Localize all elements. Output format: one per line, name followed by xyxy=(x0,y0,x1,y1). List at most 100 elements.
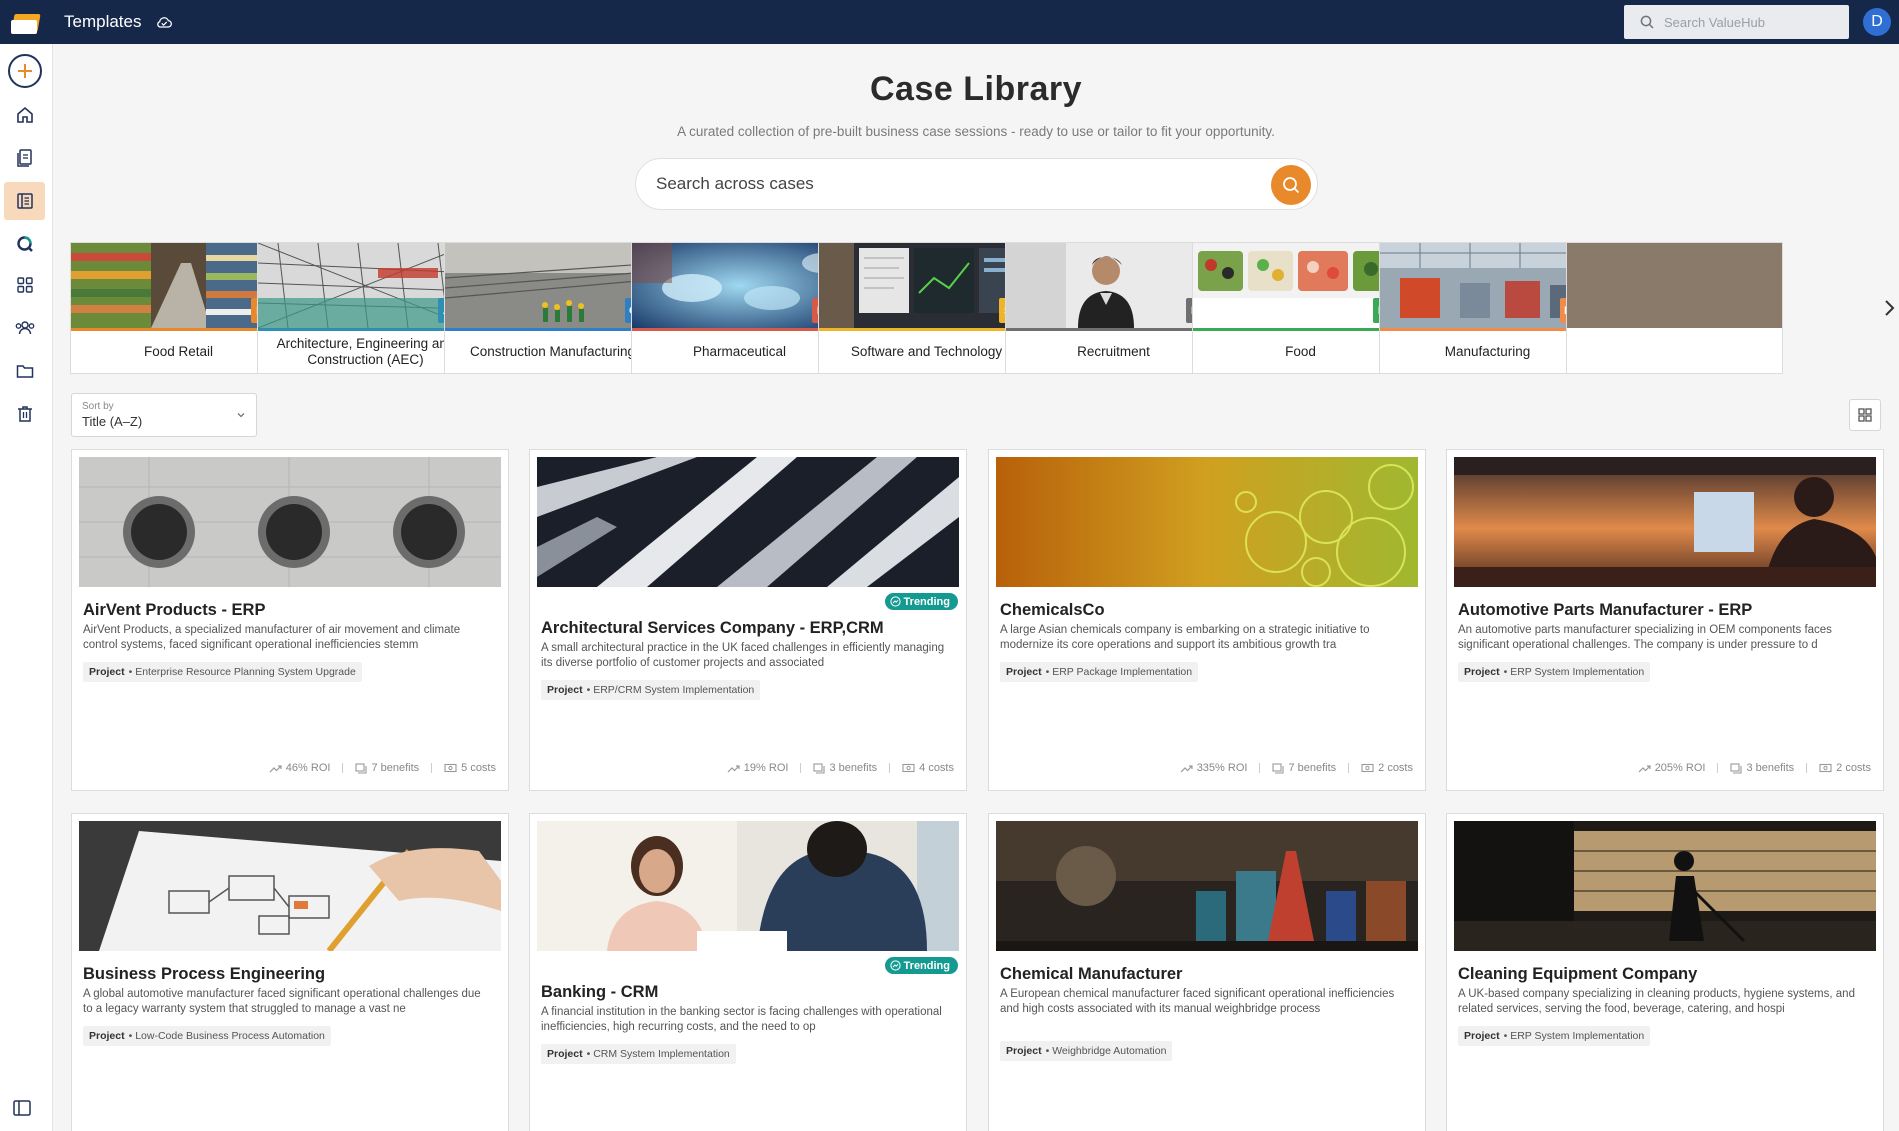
tag-type: Project xyxy=(1006,666,1042,678)
roi-value: 19% ROI xyxy=(743,762,789,774)
category-card-recruitment[interactable]: RE Recruitment xyxy=(1005,242,1222,374)
case-card[interactable]: Trending Architectural Services Company … xyxy=(529,449,967,791)
sort-dropdown[interactable]: Sort by Title (A–Z) xyxy=(71,393,257,437)
global-search-input[interactable]: Search ValueHub xyxy=(1624,5,1849,39)
tag-type: Project xyxy=(1464,1030,1500,1042)
trending-up-icon xyxy=(269,764,282,772)
category-card-software-technology[interactable]: SA Software and Technology xyxy=(818,242,1035,374)
category-card-manufacturing[interactable]: MA Manufacturing xyxy=(1379,242,1596,374)
page-subtitle: A curated collection of pre-built busine… xyxy=(677,124,1275,139)
costs-count: 4 costs xyxy=(919,762,954,774)
roi-value: 46% ROI xyxy=(285,762,331,774)
sidebar-item-analytics[interactable] xyxy=(4,225,45,263)
case-card[interactable]: Business Process Engineering A global au… xyxy=(71,813,509,1131)
apps-grid-icon xyxy=(16,277,33,293)
category-card-aec[interactable]: AE Architecture, Engineering and Constru… xyxy=(257,242,474,374)
chevron-right-icon xyxy=(1884,300,1894,316)
case-image xyxy=(996,821,1418,951)
case-description: A large Asian chemicals company is embar… xyxy=(1000,624,1370,651)
sidebar-item-trash[interactable] xyxy=(4,395,45,433)
sidebar-item-case-library[interactable] xyxy=(4,182,45,220)
case-image xyxy=(79,821,501,951)
case-card[interactable]: Chemical Manufacturer A European chemica… xyxy=(988,813,1426,1131)
sidebar-item-documents[interactable] xyxy=(4,139,45,177)
case-title: Automotive Parts Manufacturer - ERP xyxy=(1458,601,1753,619)
sidebar-item-home[interactable] xyxy=(4,96,45,134)
category-label: Architecture, Engineering and Constructi… xyxy=(276,336,455,367)
page-title: Case Library xyxy=(870,70,1082,108)
case-image xyxy=(1454,457,1876,587)
case-image xyxy=(537,457,959,587)
top-bar: Templates xyxy=(0,0,1899,44)
sidebar-collapse-button[interactable] xyxy=(12,1099,32,1121)
case-card[interactable]: Trending Banking - CRM A financial insti… xyxy=(529,813,967,1131)
sidebar-item-folders[interactable] xyxy=(4,352,45,390)
carousel-next-button[interactable] xyxy=(1878,296,1899,320)
search-icon xyxy=(1283,177,1300,194)
case-description: A global automotive manufacturer faced s… xyxy=(83,988,481,1015)
sidebar-item-apps[interactable] xyxy=(4,266,45,304)
case-stats: 335% ROI 7 benefits 2 costs xyxy=(1180,762,1413,774)
category-label: Food Retail xyxy=(143,344,214,359)
cloud-sync-icon[interactable] xyxy=(155,13,173,31)
trending-badge: Trending xyxy=(884,957,958,974)
costs-count: 2 costs xyxy=(1378,762,1413,774)
tag-type: Project xyxy=(1006,1045,1042,1057)
case-project-tag: Project • ERP System Implementation xyxy=(1458,662,1651,682)
case-project-tag: Project • Low-Code Business Process Autom… xyxy=(83,1026,331,1046)
folder-icon xyxy=(16,365,33,378)
category-card-food[interactable]: FO Food xyxy=(1192,242,1409,374)
case-search-input[interactable] xyxy=(656,174,1256,194)
category-label: Software and Technology xyxy=(850,344,1003,359)
category-label: Pharmaceutical xyxy=(692,344,787,359)
tag-type: Project xyxy=(1464,666,1500,678)
case-title: ChemicalsCo xyxy=(1000,601,1105,619)
plus-icon xyxy=(18,64,32,78)
sort-caption: Sort by xyxy=(82,401,114,412)
case-search-bar[interactable] xyxy=(635,158,1318,210)
tag-value: Enterprise Resource Planning System Upgr… xyxy=(135,666,356,678)
chevron-down-icon xyxy=(237,413,245,418)
case-project-tag: Project • CRM System Implementation xyxy=(541,1044,736,1064)
category-card-next[interactable] xyxy=(1566,242,1783,374)
sidebar-toggle-icon xyxy=(13,1100,31,1116)
category-card-food-retail[interactable]: FR Food Retail xyxy=(70,242,287,374)
case-search-button[interactable] xyxy=(1271,165,1311,205)
benefits-count: 7 benefits xyxy=(371,762,420,774)
trending-icon xyxy=(889,960,901,971)
search-icon xyxy=(1640,15,1654,29)
case-project-tag: Project • Weighbridge Automation xyxy=(1000,1041,1173,1061)
trash-icon xyxy=(17,406,32,422)
category-card-pharmaceutical[interactable]: PH Pharmaceutical xyxy=(631,242,848,374)
grid-view-toggle[interactable] xyxy=(1849,399,1881,431)
app-title: Templates xyxy=(64,12,142,31)
case-card[interactable]: AirVent Products - ERP AirVent Products,… xyxy=(71,449,509,791)
global-search-placeholder: Search ValueHub xyxy=(1664,14,1765,30)
trending-icon xyxy=(889,596,901,607)
app-logo[interactable] xyxy=(0,0,52,44)
costs-icon xyxy=(444,763,457,773)
case-image xyxy=(996,457,1418,587)
add-new-button[interactable] xyxy=(8,54,42,88)
category-carousel: FR Food Retail AE Architecture, Engineer… xyxy=(70,242,1899,374)
costs-icon xyxy=(1819,763,1832,773)
benefits-icon xyxy=(813,762,825,774)
sort-value: Title (A–Z) xyxy=(82,414,143,429)
trending-up-icon xyxy=(1638,764,1651,772)
trending-up-icon xyxy=(727,764,740,772)
case-library-icon xyxy=(16,193,33,209)
case-card[interactable]: Automotive Parts Manufacturer - ERP An a… xyxy=(1446,449,1884,791)
case-card[interactable]: ChemicalsCo A large Asian chemicals comp… xyxy=(988,449,1426,791)
analytics-icon xyxy=(16,236,33,252)
case-card[interactable]: Cleaning Equipment Company A UK-based co… xyxy=(1446,813,1884,1131)
tag-type: Project xyxy=(89,1030,125,1042)
case-description: A financial institution in the banking s… xyxy=(541,1006,942,1033)
sidebar-item-team[interactable] xyxy=(4,309,45,347)
benefits-icon xyxy=(1272,762,1284,774)
case-description: AirVent Products, a specialized manufact… xyxy=(83,624,461,651)
trending-label: Trending xyxy=(903,595,950,608)
user-avatar[interactable]: D xyxy=(1863,8,1891,36)
category-card-construction-manufacturing[interactable]: CM Construction Manufacturing xyxy=(444,242,661,374)
benefits-count: 3 benefits xyxy=(829,762,878,774)
case-description: An automotive parts manufacturer special… xyxy=(1458,624,1832,651)
